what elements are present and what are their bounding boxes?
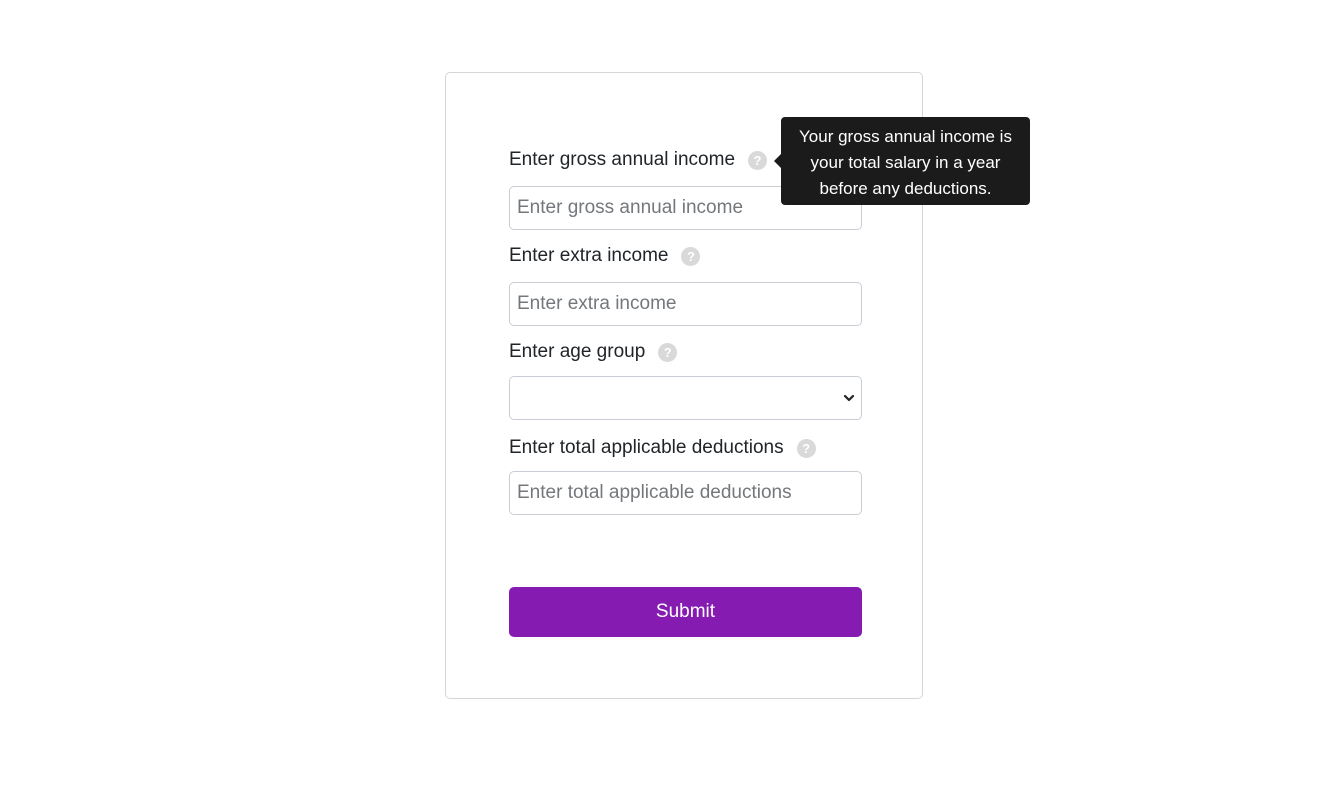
submit-button[interactable]: Submit bbox=[509, 587, 862, 637]
tooltip-arrow bbox=[774, 154, 781, 168]
extra-income-label: Enter extra income bbox=[509, 245, 669, 266]
deductions-field: Enter total applicable deductions ? bbox=[509, 436, 862, 515]
deductions-input[interactable] bbox=[509, 471, 862, 515]
age-group-label: Enter age group bbox=[509, 341, 646, 362]
gross-income-help-icon[interactable]: ? bbox=[748, 150, 768, 170]
tooltip-text: Your gross annual income is your total s… bbox=[799, 127, 1012, 198]
gross-income-tooltip: Your gross annual income is your total s… bbox=[774, 117, 1030, 205]
age-group-help-icon[interactable]: ? bbox=[658, 342, 678, 362]
deductions-help-icon[interactable]: ? bbox=[796, 438, 816, 458]
extra-income-help-icon[interactable]: ? bbox=[681, 246, 701, 266]
age-group-select[interactable] bbox=[509, 376, 862, 420]
extra-income-input[interactable] bbox=[509, 282, 862, 326]
age-group-field: Enter age group ? bbox=[509, 340, 862, 420]
chevron-down-icon bbox=[843, 394, 855, 402]
deductions-label: Enter total applicable deductions bbox=[509, 437, 784, 458]
gross-income-label: Enter gross annual income bbox=[509, 149, 736, 170]
extra-income-field: Enter extra income ? bbox=[509, 244, 862, 326]
